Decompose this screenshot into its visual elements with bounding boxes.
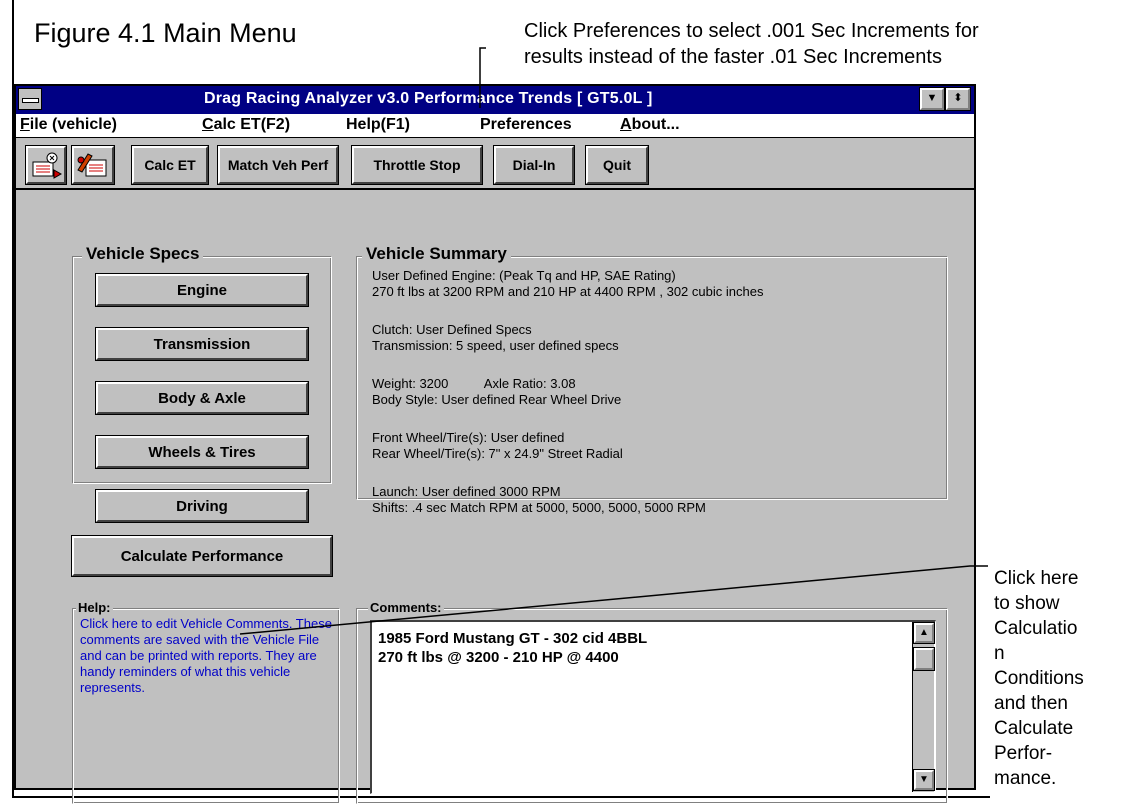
callout-lines [239,47,988,635]
preferences-callout-line [479,47,486,108]
calculate-callout-line [239,565,988,635]
